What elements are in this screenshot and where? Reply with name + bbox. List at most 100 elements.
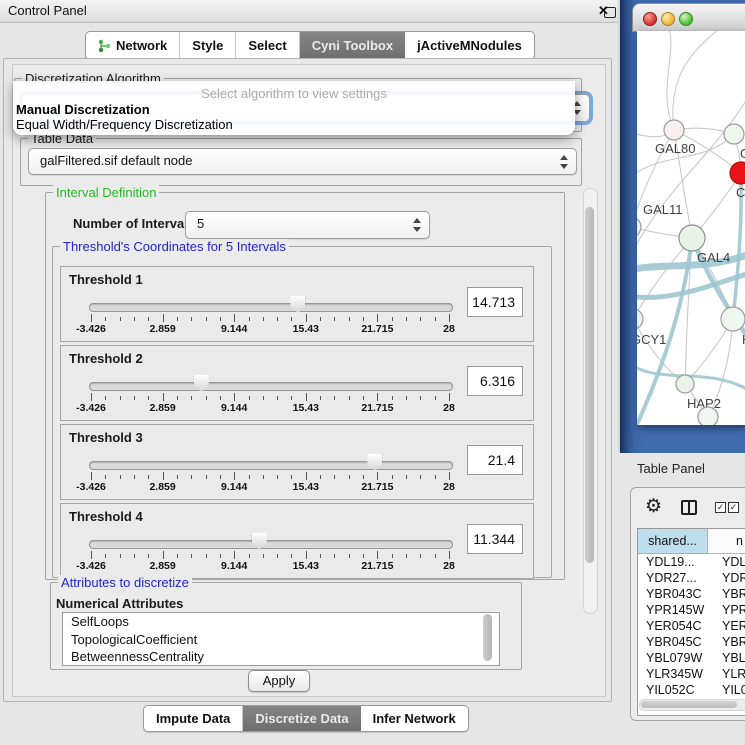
network-node[interactable] bbox=[637, 309, 643, 329]
slider-tick-label: -3.426 bbox=[66, 402, 116, 414]
network-node[interactable] bbox=[724, 124, 744, 144]
threshold-value-field[interactable] bbox=[467, 287, 523, 317]
apply-button[interactable]: Apply bbox=[248, 670, 310, 692]
close-traffic-light-icon[interactable] bbox=[643, 12, 657, 26]
table-cell-shared-name: YBL079W bbox=[646, 650, 702, 666]
slider-ticks bbox=[91, 393, 449, 402]
number-of-intervals-spinner[interactable]: 5 bbox=[185, 211, 430, 239]
tab-select[interactable]: Select bbox=[236, 32, 299, 59]
attributes-scrollbar-thumb[interactable] bbox=[483, 614, 492, 661]
slider-tick-label: 2.859 bbox=[138, 323, 188, 335]
threshold-slider-track[interactable] bbox=[89, 303, 453, 312]
table-cell-shared-name: YBR043C bbox=[646, 586, 702, 602]
minimize-traffic-light-icon[interactable] bbox=[661, 12, 675, 26]
network-node[interactable] bbox=[679, 225, 705, 251]
slider-tick-label: 21.715 bbox=[352, 560, 402, 572]
table-cell-shared-name: YBR045C bbox=[646, 634, 702, 650]
threshold-slider-track[interactable] bbox=[89, 540, 453, 549]
group-interval-definition-label: Interval Definition bbox=[53, 185, 159, 200]
slider-tick-label: 21.715 bbox=[352, 481, 402, 493]
table-row[interactable]: YIL052CYIL0 bbox=[638, 682, 745, 698]
network-node[interactable] bbox=[676, 375, 694, 393]
slider-tick-label: 9.144 bbox=[209, 481, 259, 493]
table-row[interactable]: YBR045CYBR0 bbox=[638, 634, 745, 650]
attribute-list-item[interactable]: TopologicalCoefficient bbox=[63, 631, 499, 649]
tab-network[interactable]: Network bbox=[86, 32, 180, 59]
control-panel-tabbar: Network Style Select Cyni Toolbox jActiv… bbox=[85, 31, 535, 60]
network-node[interactable] bbox=[637, 217, 641, 237]
threshold-value-field[interactable] bbox=[467, 524, 523, 554]
table-cell-name: YDL1 bbox=[722, 554, 745, 570]
network-node[interactable] bbox=[664, 120, 684, 140]
network-node[interactable] bbox=[698, 407, 718, 425]
table-horizontal-scrollbar-thumb[interactable] bbox=[641, 701, 737, 708]
slider-tick-label: 28 bbox=[424, 323, 474, 335]
tab-jactivemnodules[interactable]: jActiveMNodules bbox=[405, 32, 534, 59]
slider-tick-label: 15.43 bbox=[281, 402, 331, 414]
threshold-label: Threshold 2 bbox=[69, 351, 143, 366]
tab-impute-data[interactable]: Impute Data bbox=[144, 706, 243, 731]
table-row[interactable]: YBR043C YBR0 bbox=[638, 586, 745, 602]
attribute-list-item[interactable]: BetweennessCentrality bbox=[63, 648, 499, 666]
menu-item-equal-width-frequency[interactable]: Equal Width/Frequency Discretization bbox=[16, 117, 233, 132]
bottom-tabbar: Impute Data Discretize Data Infer Networ… bbox=[143, 705, 469, 732]
settings-scrollbar-track[interactable] bbox=[583, 188, 598, 614]
threshold-label: Threshold 1 bbox=[69, 272, 143, 287]
table-rows: YDL19...YDL1YDR27...YDR2YBR043C YBR0YPR14… bbox=[638, 554, 745, 698]
tab-discretize-data[interactable]: Discretize Data bbox=[243, 706, 360, 731]
spinner-arrows-icon bbox=[413, 218, 421, 232]
table-horizontal-scrollbar[interactable] bbox=[639, 699, 745, 711]
control-panel-title: Control Panel bbox=[8, 3, 87, 18]
column-header-name[interactable]: n bbox=[708, 529, 745, 554]
network-graph: GAL80GACGAL11GAL4GCY1HHAP2 bbox=[637, 31, 745, 425]
network-node[interactable] bbox=[721, 307, 745, 331]
table-cell-name: YLR3 bbox=[722, 666, 745, 682]
threshold-value-field[interactable] bbox=[467, 366, 523, 396]
slider-ticks bbox=[91, 472, 449, 481]
control-panel-titlebar bbox=[0, 0, 618, 23]
checkbox-icon[interactable]: ✓ bbox=[728, 502, 739, 513]
threshold-slider-track[interactable] bbox=[89, 382, 453, 391]
attributes-scrollbar[interactable] bbox=[482, 613, 494, 663]
numerical-attributes-label: Numerical Attributes bbox=[56, 596, 183, 611]
column-header-shared-name[interactable]: shared... bbox=[638, 529, 708, 554]
gear-icon[interactable]: ⚙ bbox=[645, 497, 662, 516]
menu-item-manual-discretization[interactable]: Manual Discretization bbox=[16, 102, 150, 117]
network-window-titlebar[interactable] bbox=[632, 3, 745, 32]
threshold-slider-track[interactable] bbox=[89, 461, 453, 470]
table-row[interactable]: YLR345W YLR3 bbox=[638, 666, 745, 682]
table-cell-name: YDR2 bbox=[722, 570, 745, 586]
zoom-traffic-light-icon[interactable] bbox=[679, 12, 693, 26]
table-row[interactable]: YER054CYER0 bbox=[638, 618, 745, 634]
threshold-value-field[interactable] bbox=[467, 445, 523, 475]
table-cell-shared-name: YIL052C bbox=[646, 682, 695, 698]
network-edge bbox=[673, 31, 727, 130]
table-cell-name: YBR0 bbox=[722, 586, 745, 602]
slider-tick-label: 21.715 bbox=[352, 402, 402, 414]
threshold-panel-3: Threshold 3-3.4262.8599.14415.4321.71528 bbox=[60, 424, 534, 500]
network-edge bbox=[733, 184, 741, 319]
threshold-panel-4: Threshold 4-3.4262.8599.14415.4321.71528 bbox=[60, 503, 534, 579]
close-icon[interactable]: ✕ bbox=[598, 3, 609, 19]
network-canvas[interactable]: GAL80GACGAL11GAL4GCY1HHAP2 bbox=[637, 31, 745, 425]
table-row[interactable]: YPR145WYPR1 bbox=[638, 602, 745, 618]
slider-tick-label: 9.144 bbox=[209, 402, 259, 414]
table-cell-shared-name: YLR345W bbox=[646, 666, 703, 682]
tab-style[interactable]: Style bbox=[180, 32, 236, 59]
settings-scrollbar-thumb[interactable] bbox=[585, 207, 594, 563]
attribute-list-item[interactable]: SelfLoops bbox=[63, 613, 499, 631]
table-row[interactable]: YDL19...YDL1 bbox=[638, 554, 745, 570]
slider-tick-label: 2.859 bbox=[138, 481, 188, 493]
column-visibility-icon[interactable] bbox=[681, 500, 697, 515]
tab-cyni-toolbox[interactable]: Cyni Toolbox bbox=[300, 32, 405, 59]
tab-infer-network[interactable]: Infer Network bbox=[361, 706, 468, 731]
table-row[interactable]: YDR27...YDR2 bbox=[638, 570, 745, 586]
network-node-label: GCY1 bbox=[637, 332, 666, 347]
checkbox-icon[interactable]: ✓ bbox=[715, 502, 726, 513]
table-data-combobox[interactable]: galFiltered.sif default node bbox=[28, 148, 577, 175]
threshold-label: Threshold 3 bbox=[69, 430, 143, 445]
network-node[interactable] bbox=[730, 162, 745, 184]
table-row[interactable]: YBL079WYBL0 bbox=[638, 650, 745, 666]
combo-arrows-icon bbox=[560, 155, 568, 169]
network-icon bbox=[98, 39, 111, 53]
